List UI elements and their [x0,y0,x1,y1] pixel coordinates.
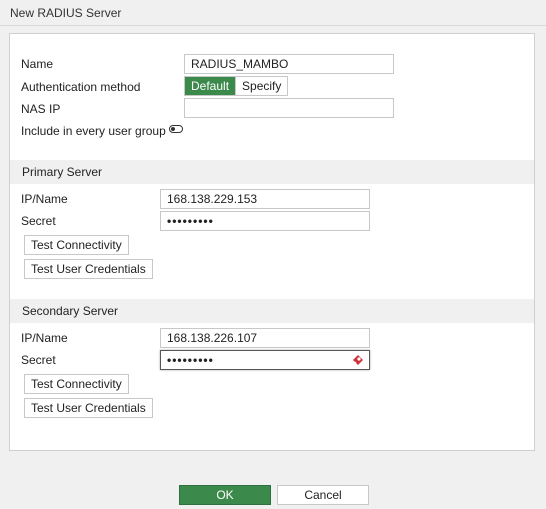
secondary-ip-input[interactable]: 168.138.226.107 [160,328,370,348]
dialog-title: New RADIUS Server [0,0,546,26]
include-group-label: Include in every user group [21,124,166,138]
ok-button[interactable]: OK [179,485,271,505]
nas-ip-input[interactable] [184,98,394,118]
primary-test-credentials-button[interactable]: Test User Credentials [24,259,153,279]
secondary-secret-input[interactable]: ••••••••• [160,350,370,370]
secondary-test-connectivity-button[interactable]: Test Connectivity [24,374,129,394]
primary-server-header: Primary Server [10,160,534,184]
auth-method-label: Authentication method [21,80,141,94]
name-input[interactable]: RADIUS_MAMBO [184,54,394,74]
form-card: Name RADIUS_MAMBO Authentication method … [9,33,535,451]
secondary-test-credentials-button[interactable]: Test User Credentials [24,398,153,418]
dialog-footer [0,478,546,509]
primary-ip-input[interactable]: 168.138.229.153 [160,189,370,209]
secondary-ip-label: IP/Name [21,331,68,345]
primary-ip-label: IP/Name [21,192,68,206]
auth-specify-option[interactable]: Specify [235,77,288,95]
primary-secret-label: Secret [21,214,56,228]
name-label: Name [21,57,54,71]
auth-default-option[interactable]: Default [185,77,236,95]
toggle-off-icon[interactable] [169,125,183,133]
cancel-button[interactable]: Cancel [277,485,369,505]
secondary-server-header: Secondary Server [10,299,534,323]
password-key-icon[interactable] [351,353,365,367]
auth-method-toggle: Default Specify [184,76,289,96]
primary-secret-input[interactable]: ••••••••• [160,211,370,231]
secondary-secret-value: ••••••••• [167,353,214,367]
secondary-secret-label: Secret [21,353,56,367]
primary-test-connectivity-button[interactable]: Test Connectivity [24,235,129,255]
nas-ip-label: NAS IP [21,102,61,116]
